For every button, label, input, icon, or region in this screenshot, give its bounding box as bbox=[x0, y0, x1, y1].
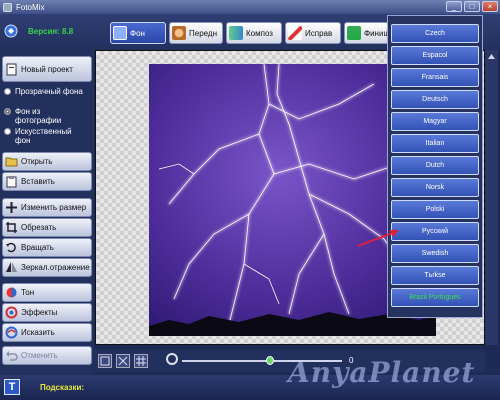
tab-label: Передн bbox=[189, 28, 218, 38]
expand-icon bbox=[118, 356, 128, 366]
scroll-up-arrow-icon[interactable] bbox=[485, 50, 498, 64]
undo-button[interactable]: Отменить bbox=[2, 346, 92, 365]
radio-artificial-background[interactable]: Искусственный фон bbox=[4, 127, 87, 145]
app-logo-icon bbox=[4, 24, 18, 38]
mirror-icon bbox=[6, 262, 17, 272]
hints-icon[interactable]: T bbox=[4, 379, 20, 395]
tab-label: Исправ bbox=[305, 28, 333, 38]
vertical-scrollbar[interactable] bbox=[485, 50, 498, 345]
fit-view-button[interactable] bbox=[98, 354, 112, 368]
folder-icon bbox=[5, 157, 18, 167]
minimize-button[interactable]: _ bbox=[446, 1, 462, 12]
crop-label: Обрезать bbox=[21, 223, 57, 232]
radio-dot bbox=[4, 88, 11, 95]
maximize-button[interactable]: □ bbox=[464, 1, 480, 12]
effects-icon bbox=[5, 306, 18, 319]
main-tabs: Фон Передн Композ Исправ Финиш bbox=[110, 22, 394, 44]
radio-dot bbox=[4, 128, 11, 135]
finish-tab-icon bbox=[347, 26, 361, 40]
window-title: FotoMix bbox=[16, 2, 45, 12]
resize-icon bbox=[6, 202, 17, 213]
distort-button[interactable]: Исказить bbox=[2, 323, 92, 342]
language-item[interactable]: Italian bbox=[391, 134, 479, 153]
mirror-button[interactable]: Зеркал.отражение bbox=[2, 258, 92, 277]
new-document-icon bbox=[6, 63, 17, 75]
language-item[interactable]: Dutch bbox=[391, 156, 479, 175]
sidebar: Новый проект Прозрачный фона Фон из фото… bbox=[0, 50, 94, 375]
new-project-label: Новый проект bbox=[21, 64, 73, 74]
tab-correction[interactable]: Исправ bbox=[285, 22, 341, 44]
foreground-tab-icon bbox=[172, 26, 186, 40]
language-item[interactable]: Polski bbox=[391, 200, 479, 219]
rotate-icon bbox=[6, 242, 16, 253]
pointer-arrow-icon bbox=[357, 230, 399, 247]
crop-icon bbox=[6, 222, 17, 233]
undo-icon bbox=[6, 351, 18, 361]
language-item[interactable]: Espacol bbox=[391, 46, 479, 65]
grid-button[interactable] bbox=[134, 354, 148, 368]
background-tab-icon bbox=[113, 26, 127, 40]
watermark: AnyaPlanet bbox=[288, 356, 476, 389]
distort-icon bbox=[5, 326, 18, 339]
title-bar: FotoMix _ □ × bbox=[0, 0, 500, 14]
language-item[interactable]: Tьrkse bbox=[391, 266, 479, 285]
tab-foreground[interactable]: Передн bbox=[169, 22, 223, 44]
effects-label: Эффекты bbox=[21, 308, 58, 317]
language-item[interactable]: Fransais bbox=[391, 68, 479, 87]
tone-label: Тон bbox=[21, 288, 35, 297]
app-icon bbox=[3, 2, 12, 12]
language-item[interactable]: Magyar bbox=[391, 112, 479, 131]
tone-button[interactable]: Тон bbox=[2, 283, 92, 302]
language-item[interactable]: Norsk bbox=[391, 178, 479, 197]
radio-transparent-background[interactable]: Прозрачный фона bbox=[4, 87, 87, 96]
zoom-slider-thumb[interactable] bbox=[266, 356, 274, 365]
fit-icon bbox=[100, 356, 110, 366]
tab-label: Фон bbox=[130, 28, 145, 38]
tab-background[interactable]: Фон bbox=[110, 22, 166, 44]
grid-icon bbox=[136, 356, 146, 366]
effects-button[interactable]: Эффекты bbox=[2, 303, 92, 322]
composition-tab-icon bbox=[229, 26, 243, 40]
window-controls: _ □ × bbox=[446, 1, 498, 12]
resize-label: Изменить размер bbox=[21, 203, 87, 212]
language-item[interactable]: Deutsch bbox=[391, 90, 479, 109]
rotate-label: Вращать bbox=[21, 243, 54, 252]
tone-icon bbox=[6, 287, 17, 298]
insert-label: Вставить bbox=[21, 177, 55, 186]
tab-label: Композ bbox=[246, 28, 273, 38]
hints-label: Подсказки: bbox=[40, 383, 85, 392]
zoom-icon bbox=[166, 353, 178, 365]
correction-tab-icon bbox=[288, 26, 302, 40]
language-item[interactable]: Brazil Portugues bbox=[391, 288, 479, 307]
radio-dot-selected bbox=[4, 108, 11, 115]
tab-composition[interactable]: Композ bbox=[226, 22, 282, 44]
undo-label: Отменить bbox=[21, 351, 58, 360]
close-button[interactable]: × bbox=[482, 1, 498, 12]
radio-label: Прозрачный фона bbox=[15, 87, 83, 96]
language-item[interactable]: Czech bbox=[391, 24, 479, 43]
rotate-button[interactable]: Вращать bbox=[2, 238, 92, 257]
open-label: Открыть bbox=[21, 157, 53, 166]
distort-label: Исказить bbox=[21, 328, 55, 337]
radio-photo-background[interactable]: Фон из фотографии bbox=[4, 107, 87, 125]
mirror-label: Зеркал.отражение bbox=[21, 263, 90, 272]
insert-button[interactable]: Вставить bbox=[2, 172, 92, 191]
radio-label: Фон из фотографии bbox=[15, 107, 62, 125]
new-project-button[interactable]: Новый проект bbox=[2, 56, 92, 82]
radio-label: Искусственный фон bbox=[15, 127, 72, 145]
crop-button[interactable]: Обрезать bbox=[2, 218, 92, 237]
open-button[interactable]: Открыть bbox=[2, 152, 92, 171]
version-label: Версия: 8.8 bbox=[28, 27, 74, 36]
insert-icon bbox=[6, 176, 17, 188]
language-dropdown: Czech Espacol Fransais Deutsch Magyar It… bbox=[387, 15, 483, 318]
resize-button[interactable]: Изменить размер bbox=[2, 198, 92, 217]
actual-size-button[interactable] bbox=[116, 354, 130, 368]
tab-label: Финиш bbox=[364, 28, 390, 38]
